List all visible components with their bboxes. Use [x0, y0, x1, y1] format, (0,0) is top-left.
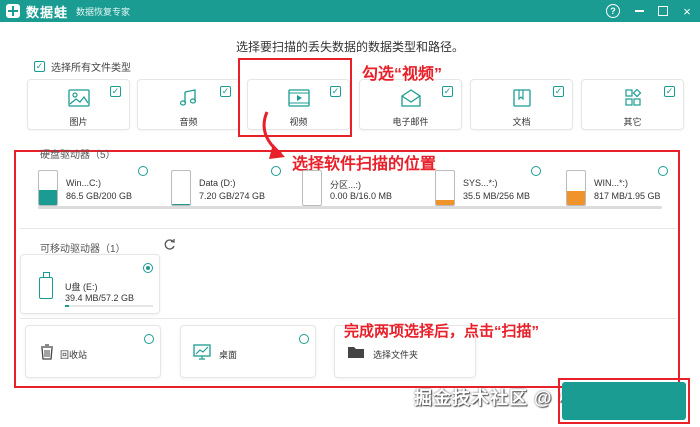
- checkbox-check-icon[interactable]: ✓: [34, 61, 45, 72]
- drive-size: 0.00 B/16.0 MB: [330, 191, 393, 201]
- app-logo: 数据蛙 数据恢复专家: [6, 2, 130, 21]
- usb-drive-name: U盘 (E:): [65, 282, 98, 292]
- maximize-icon[interactable]: [658, 6, 668, 16]
- refresh-icon[interactable]: [163, 238, 176, 251]
- drive-icon: [171, 170, 191, 206]
- filetype-card-audio[interactable]: ✓ 音频: [137, 79, 240, 130]
- email-icon: [400, 89, 421, 107]
- filetype-label: 图片: [69, 117, 88, 127]
- location-radio[interactable]: [299, 334, 309, 344]
- drive-icon: [302, 170, 322, 206]
- usb-usage-bar: [65, 305, 153, 307]
- location-label: 选择文件夹: [373, 350, 419, 360]
- document-icon: [512, 89, 531, 107]
- filetype-checkbox[interactable]: ✓: [442, 86, 453, 97]
- app-subtitle: 数据恢复专家: [76, 6, 131, 17]
- drive-icon: [38, 170, 58, 206]
- minimize-icon[interactable]: [632, 4, 646, 18]
- location-radio[interactable]: [144, 334, 154, 344]
- other-icon: [624, 89, 641, 106]
- folder-icon: [348, 347, 364, 358]
- app-name: 数据蛙: [26, 4, 69, 20]
- filetype-label: 其它: [623, 117, 642, 127]
- close-icon[interactable]: ×: [680, 4, 694, 19]
- drive-item[interactable]: SYS...*:) 35.5 MB/256 MB: [417, 166, 549, 220]
- logo-cross-icon: [6, 4, 20, 18]
- drive-name: Data (D:): [199, 178, 236, 188]
- filetype-label: 音频: [179, 117, 198, 127]
- help-icon[interactable]: ?: [606, 4, 620, 18]
- filetype-card-email[interactable]: ✓ 电子邮件: [359, 79, 462, 130]
- drive-radio[interactable]: [531, 166, 541, 176]
- filetype-checkbox[interactable]: ✓: [110, 86, 121, 97]
- drive-size: 86.5 GB/200 GB: [66, 191, 133, 201]
- drive-usage-fill: [39, 190, 57, 205]
- drive-item[interactable]: Win...C:) 86.5 GB/200 GB: [20, 166, 152, 220]
- location-card-recycle-bin[interactable]: 回收站: [25, 325, 161, 378]
- usb-drive-size: 39.4 MB/57.2 GB: [65, 293, 135, 303]
- page-heading: 选择要扫描的丢失数据的数据类型和路径。: [235, 40, 464, 54]
- select-all-checkbox[interactable]: ✓ 选择所有文件类型: [34, 59, 131, 74]
- location-label: 回收站: [60, 350, 88, 360]
- select-all-label: 选择所有文件类型: [51, 63, 131, 74]
- location-label: 桌面: [219, 350, 238, 360]
- usb-drive-radio[interactable]: [143, 263, 153, 273]
- trash-icon: [41, 344, 53, 360]
- usb-icon: [39, 272, 53, 299]
- location-card-desktop[interactable]: 桌面: [180, 325, 316, 378]
- drive-usage-fill: [436, 200, 454, 205]
- usb-usage-fill: [65, 305, 70, 307]
- annotation-check-video: 勾选“视频”: [362, 66, 443, 83]
- filetype-card-other[interactable]: ✓ 其它: [581, 79, 684, 130]
- drive-size: 817 MB/1.95 GB: [594, 191, 661, 201]
- horizontal-scrollbar[interactable]: [38, 206, 662, 209]
- drive-usage-fill: [567, 190, 585, 205]
- drive-radio[interactable]: [658, 166, 668, 176]
- filetype-label: 电子邮件: [392, 117, 429, 127]
- drive-icon: [566, 170, 586, 206]
- drive-item[interactable]: 分区...:) 0.00 B/16.0 MB: [284, 166, 416, 220]
- drive-size: 35.5 MB/256 MB: [463, 191, 531, 201]
- filetype-card-image[interactable]: ✓ 图片: [27, 79, 130, 130]
- hard-drives-label: 硬盘驱动器（5）: [40, 150, 116, 161]
- desktop-icon: [193, 344, 211, 360]
- section-divider: [20, 318, 676, 319]
- drive-icon: [435, 170, 455, 206]
- filetype-checkbox[interactable]: ✓: [553, 86, 564, 97]
- music-icon: [179, 89, 196, 106]
- drive-item[interactable]: WIN...*:) 817 MB/1.95 GB: [548, 166, 680, 220]
- drive-name: 分区...:): [330, 180, 361, 190]
- drive-radio[interactable]: [271, 166, 281, 176]
- section-divider: [20, 228, 676, 229]
- filetype-checkbox[interactable]: ✓: [220, 86, 231, 97]
- scan-button[interactable]: [562, 382, 686, 420]
- drive-name: WIN...*:): [594, 178, 628, 188]
- annotation-click-scan: 完成两项选择后，点击“扫描”: [344, 323, 540, 340]
- drive-size: 7.20 GB/274 GB: [199, 191, 266, 201]
- drive-usage-fill: [172, 203, 190, 205]
- window-controls: ? ×: [606, 0, 694, 22]
- filetype-card-document[interactable]: ✓ 文档: [470, 79, 573, 130]
- drive-radio[interactable]: [138, 166, 148, 176]
- title-bar: 数据蛙 数据恢复专家 ? ×: [0, 0, 700, 22]
- drive-item[interactable]: Data (D:) 7.20 GB/274 GB: [153, 166, 285, 220]
- filetype-checkbox[interactable]: ✓: [664, 86, 675, 97]
- image-icon: [67, 89, 90, 107]
- drive-name: SYS...*:): [463, 178, 498, 188]
- filetype-label: 文档: [512, 117, 531, 127]
- drive-name: Win...C:): [66, 178, 101, 188]
- usb-drive-card[interactable]: U盘 (E:) 39.4 MB/57.2 GB: [20, 254, 160, 314]
- removable-drives-label: 可移动驱动器（1）: [40, 244, 126, 255]
